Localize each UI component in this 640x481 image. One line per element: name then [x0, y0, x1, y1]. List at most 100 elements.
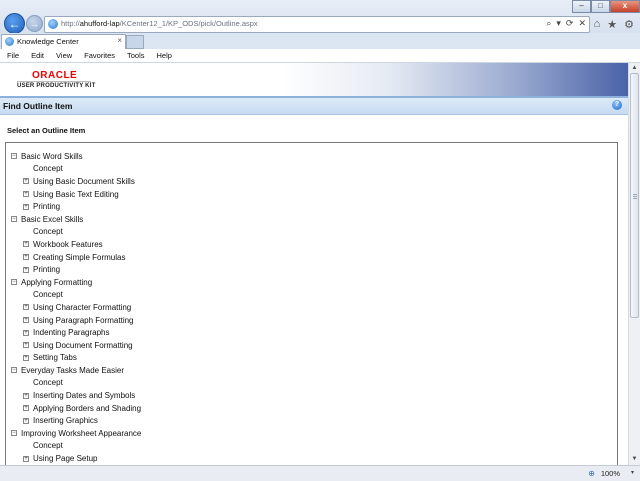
- tree-node[interactable]: Concept: [6, 440, 141, 453]
- tree-node-label[interactable]: Using Paragraph Formatting: [33, 316, 134, 325]
- home-icon[interactable]: ⌂: [594, 18, 601, 31]
- menu-help[interactable]: Help: [151, 49, 178, 62]
- tree-node[interactable]: + Using Basic Document Skills: [6, 175, 141, 188]
- expand-icon[interactable]: +: [23, 254, 29, 261]
- tree-node[interactable]: Concept: [6, 163, 141, 176]
- tree-node-label[interactable]: Applying Borders and Shading: [33, 404, 141, 413]
- scroll-thumb[interactable]: [630, 73, 639, 318]
- tree-node[interactable]: + Applying Borders and Shading: [6, 402, 141, 415]
- close-button[interactable]: x: [610, 0, 640, 13]
- tree-node-label[interactable]: Inserting Dates and Symbols: [33, 391, 135, 400]
- expand-icon[interactable]: +: [23, 191, 29, 198]
- tree-node-label[interactable]: Using Basic Text Editing: [33, 190, 119, 199]
- tree-node-label[interactable]: Inserting Graphics: [33, 416, 98, 425]
- tree-node-label[interactable]: Concept: [33, 164, 63, 173]
- menu-view[interactable]: View: [50, 49, 78, 62]
- collapse-icon[interactable]: −: [11, 279, 17, 286]
- tree-node[interactable]: + Indenting Paragraphs: [6, 326, 141, 339]
- expand-icon[interactable]: +: [23, 354, 29, 361]
- expand-icon[interactable]: +: [23, 455, 29, 462]
- collapse-icon[interactable]: −: [11, 367, 17, 374]
- tree-node-label[interactable]: Using Character Formatting: [33, 303, 131, 312]
- tree-node-root[interactable]: − Basic Excel Skills: [6, 213, 141, 226]
- menu-edit[interactable]: Edit: [25, 49, 50, 62]
- tree-node[interactable]: Concept: [6, 226, 141, 239]
- tree-node-label[interactable]: Setting Tabs: [33, 353, 77, 362]
- tree-node-label[interactable]: Improving Worksheet Appearance: [21, 429, 141, 438]
- menu-tools[interactable]: Tools: [121, 49, 151, 62]
- collapse-icon[interactable]: −: [11, 153, 17, 160]
- tree-node-label[interactable]: Basic Excel Skills: [21, 215, 83, 224]
- scroll-down-icon[interactable]: ▼: [629, 454, 640, 465]
- tree-node[interactable]: Concept: [6, 377, 141, 390]
- expand-icon[interactable]: +: [23, 266, 29, 273]
- expand-icon[interactable]: +: [23, 317, 29, 324]
- tree-node[interactable]: + Using Character Formatting: [6, 301, 141, 314]
- tree-node-label[interactable]: Basic Word Skills: [21, 152, 83, 161]
- tree-node-label[interactable]: Everyday Tasks Made Easier: [21, 366, 124, 375]
- new-tab-button[interactable]: [126, 35, 144, 49]
- tree-node[interactable]: + Using Document Formatting: [6, 339, 141, 352]
- tree-node-label[interactable]: Using Page Setup: [33, 454, 98, 463]
- tree-node[interactable]: + Inserting Dates and Symbols: [6, 389, 141, 402]
- zoom-level[interactable]: 100%: [601, 469, 620, 478]
- back-button[interactable]: ←: [4, 13, 25, 34]
- tree-node[interactable]: + Creating Simple Formulas: [6, 251, 141, 264]
- tab-close-icon[interactable]: ×: [117, 36, 122, 45]
- tree-node-root[interactable]: − Everyday Tasks Made Easier: [6, 364, 141, 377]
- expand-icon[interactable]: +: [23, 178, 29, 185]
- tree-node-label[interactable]: Using Document Formatting: [33, 341, 133, 350]
- tree-node-label[interactable]: Concept: [33, 441, 63, 450]
- maximize-button[interactable]: □: [591, 0, 610, 13]
- favorites-star-icon[interactable]: ★: [607, 18, 617, 31]
- refresh-icon[interactable]: ⟳: [566, 18, 574, 29]
- tree-node-label[interactable]: Printing: [33, 202, 60, 211]
- expand-icon[interactable]: +: [23, 392, 29, 399]
- dropdown-icon[interactable]: ▾: [556, 18, 561, 29]
- tree-node-label[interactable]: Printing: [33, 265, 60, 274]
- expand-icon[interactable]: +: [23, 241, 29, 248]
- expand-icon[interactable]: +: [23, 203, 29, 210]
- tree-node-label[interactable]: Creating Simple Formulas: [33, 253, 125, 262]
- tree-node-label[interactable]: Using Basic Document Skills: [33, 177, 135, 186]
- forward-button[interactable]: →: [26, 15, 43, 32]
- stop-icon[interactable]: ✕: [578, 18, 586, 29]
- minimize-button[interactable]: –: [572, 0, 591, 13]
- tab-knowledge-center[interactable]: Knowledge Center ×: [1, 34, 126, 49]
- tree-node[interactable]: + Printing: [6, 263, 141, 276]
- tree-node[interactable]: + Inserting Graphics: [6, 414, 141, 427]
- tree-node[interactable]: + Using Page Setup: [6, 452, 141, 465]
- menu-favorites[interactable]: Favorites: [78, 49, 121, 62]
- collapse-icon[interactable]: −: [11, 216, 17, 223]
- tree-node-label[interactable]: Workbook Features: [33, 240, 103, 249]
- expand-icon[interactable]: +: [23, 304, 29, 311]
- tree-node-label[interactable]: Concept: [33, 290, 63, 299]
- tree-node[interactable]: + Workbook Features: [6, 238, 141, 251]
- zoom-icon[interactable]: ⊕: [588, 469, 595, 478]
- expand-icon[interactable]: +: [23, 342, 29, 349]
- tree-node-root[interactable]: − Basic Word Skills: [6, 150, 141, 163]
- collapse-icon[interactable]: −: [11, 430, 17, 437]
- address-bar[interactable]: http://ahufford-lap/KCenter12_1/KP_ODS/p…: [44, 16, 590, 33]
- vertical-scrollbar[interactable]: ▲ ▼: [628, 63, 640, 465]
- tree-node[interactable]: + Printing: [6, 200, 141, 213]
- tree-node-label[interactable]: Indenting Paragraphs: [33, 328, 110, 337]
- expand-icon[interactable]: +: [23, 405, 29, 412]
- tools-gear-icon[interactable]: ⚙: [624, 18, 634, 31]
- expand-icon[interactable]: +: [23, 417, 29, 424]
- tree-node-label[interactable]: Concept: [33, 227, 63, 236]
- help-icon[interactable]: ?: [612, 100, 622, 110]
- expand-icon[interactable]: +: [23, 329, 29, 336]
- menu-file[interactable]: File: [0, 49, 25, 62]
- tree-node-root[interactable]: − Applying Formatting: [6, 276, 141, 289]
- tree-node[interactable]: Concept: [6, 289, 141, 302]
- tree-node-root[interactable]: − Improving Worksheet Appearance: [6, 427, 141, 440]
- search-icon[interactable]: ⌕: [546, 18, 551, 29]
- tree-node-label[interactable]: Applying Formatting: [21, 278, 92, 287]
- tree-node[interactable]: + Using Basic Text Editing: [6, 188, 141, 201]
- url-text[interactable]: http://ahufford-lap/KCenter12_1/KP_ODS/p…: [61, 19, 258, 28]
- tree-node[interactable]: + Setting Tabs: [6, 352, 141, 365]
- tree-node-label[interactable]: Concept: [33, 378, 63, 387]
- tree-node[interactable]: + Using Paragraph Formatting: [6, 314, 141, 327]
- zoom-dropdown-icon[interactable]: ▾: [631, 469, 634, 476]
